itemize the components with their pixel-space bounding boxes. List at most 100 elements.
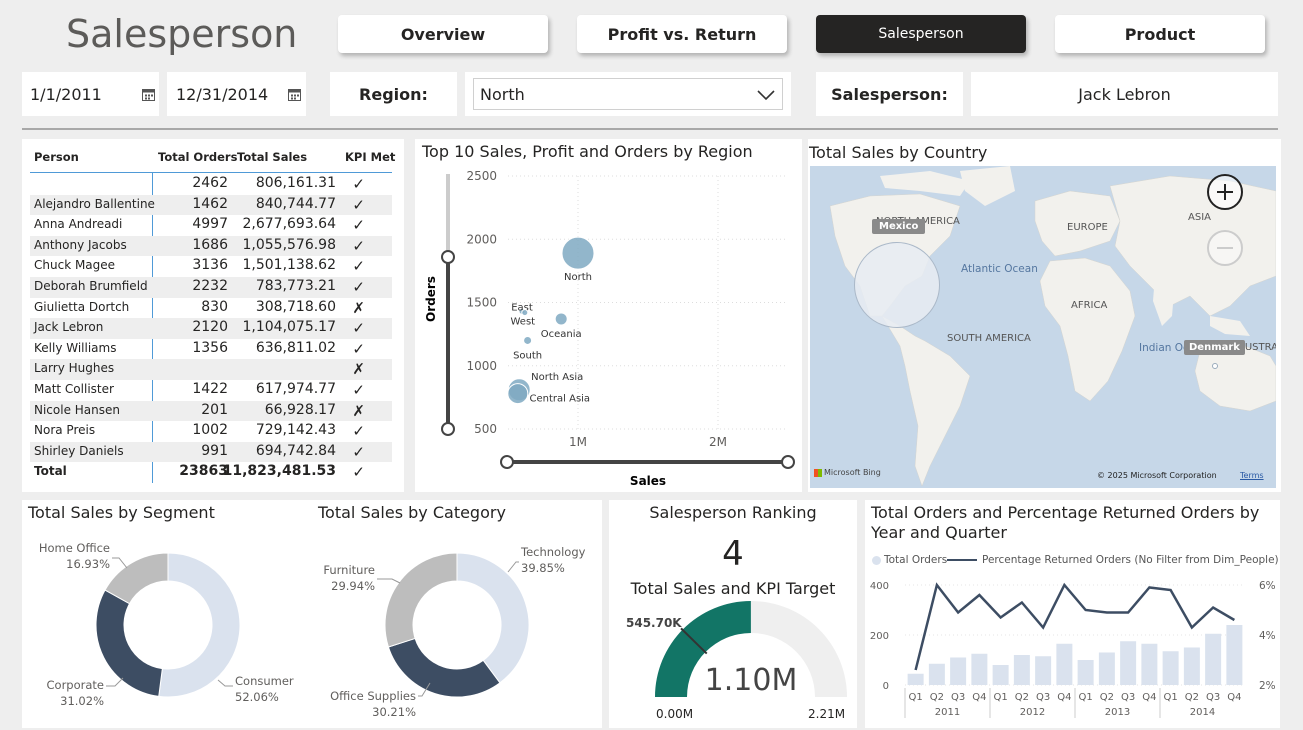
x-tick-label: Q3 <box>951 692 965 703</box>
leader-line <box>507 561 519 573</box>
region-dropdown-value: North <box>480 84 525 104</box>
ranking-panel: Salesperson Ranking 4 Total Sales and KP… <box>609 500 857 728</box>
zoom-in-button[interactable] <box>1207 174 1243 210</box>
combo-panel: Total Orders and Percentage Returned Ord… <box>865 500 1280 728</box>
bing-logo: Microsoft Bing <box>814 468 881 477</box>
table-row[interactable]: Deborah Brumfield 2232 783,773.21 ✓ <box>30 277 392 298</box>
cell-person: Giulietta Dortch <box>34 299 130 314</box>
map-bubble-mexico[interactable] <box>854 242 940 328</box>
nav-profit-return-button[interactable]: Profit vs. Return <box>577 15 787 53</box>
cell-kpi: ✓ <box>352 216 365 235</box>
zoom-out-button[interactable] <box>1207 230 1243 266</box>
leader-line <box>377 578 401 584</box>
combo-chart: 0 200 400 2% 4% 6% Q1 Q2 Q3 Q4 Q1 Q2 Q3 Q4 Q1 Q2 Q3 Q4 Q1 Q… <box>870 580 1276 718</box>
region-dropdown[interactable]: North <box>473 78 783 110</box>
cell-kpi: ✓ <box>352 422 365 441</box>
bar <box>1056 643 1073 685</box>
y-slider-handle <box>441 422 455 436</box>
cell-kpi: ✓ <box>352 175 365 193</box>
table-row[interactable]: Chuck Magee 3136 1,501,138.62 ✓ <box>30 256 392 277</box>
table-row[interactable]: Giulietta Dortch 830 308,718.60 ✗ <box>30 298 392 319</box>
cell-sales: 308,718.60 <box>255 298 336 315</box>
table-row[interactable]: Larry Hughes ✗ <box>30 359 392 380</box>
region-dropdown-box: North <box>465 72 791 116</box>
cell-person: Anthony Jacobs <box>34 237 127 252</box>
calendar-icon[interactable] <box>142 86 155 105</box>
table-row[interactable]: Nora Preis 1002 729,142.43 ✓ <box>30 421 392 442</box>
bar <box>1120 641 1137 685</box>
scatter-point <box>507 383 529 405</box>
table-row[interactable]: Shirley Daniels 991 694,742.84 ✓ <box>30 441 392 463</box>
cell-orders: 201 <box>201 401 228 418</box>
x-tick-label: Q3 <box>1036 692 1050 703</box>
cell-kpi: ✗ <box>352 360 365 379</box>
map-canvas[interactable]: NORTH AMERICA EUROPE ASIA Atlantic Ocean… <box>810 166 1276 488</box>
y-tick-label: 0 <box>883 681 889 692</box>
end-date-field[interactable]: 12/31/2014 <box>167 72 306 116</box>
bar <box>928 663 945 685</box>
map-label-atlantic: Atlantic Ocean <box>961 263 1038 275</box>
start-date-field[interactable]: 1/1/2011 <box>22 72 159 116</box>
year-label: 2012 <box>1020 707 1045 718</box>
table-row[interactable]: Anna Andreadi 4997 2,677,693.64 ✓ <box>30 215 392 236</box>
cell-sales: 840,744.77 <box>255 195 336 212</box>
end-date-value: 12/31/2014 <box>176 84 269 104</box>
map-terms-link[interactable]: Terms <box>1240 471 1264 480</box>
cell-orders: 2232 <box>192 278 228 294</box>
bar <box>1077 660 1094 685</box>
y-slider-handle <box>441 250 455 264</box>
map-label-europe: EUROPE <box>1067 222 1108 233</box>
table-row[interactable]: 2462 806,161.31 ✓ <box>30 174 392 195</box>
salesperson-value-box[interactable]: Jack Lebron <box>971 72 1278 116</box>
col-header-kpi[interactable]: KPI Met <box>345 150 395 164</box>
y-tick-label: 1500 <box>466 296 497 310</box>
table-row[interactable]: Alejandro Ballentine 1462 840,744.77 ✓ <box>30 194 392 216</box>
cell-kpi: ✓ <box>352 195 365 214</box>
chevron-down-icon[interactable] <box>756 87 776 106</box>
nav-product-button[interactable]: Product <box>1055 15 1265 53</box>
col-header-person[interactable]: Person <box>34 150 79 164</box>
nav-salesperson-button[interactable]: Salesperson <box>816 15 1026 53</box>
region-label-box: Region: <box>330 72 457 116</box>
cell-sales: 729,142.43 <box>255 422 336 439</box>
page-title: Salesperson <box>66 12 298 56</box>
x-tick-label: Q2 <box>1015 692 1029 703</box>
cell-sales: 783,773.21 <box>255 278 336 294</box>
leader-line <box>112 557 128 569</box>
col-header-orders[interactable]: Total Orders <box>158 150 237 164</box>
map-dot-australia[interactable] <box>1212 363 1218 369</box>
cell-orders: 1422 <box>192 381 228 397</box>
cell-orders: 1462 <box>192 195 228 212</box>
nav-overview-button[interactable]: Overview <box>338 15 548 53</box>
cell-person: Alejandro Ballentine <box>34 196 155 211</box>
col-header-sales[interactable]: Total Sales <box>237 150 307 164</box>
cell-sales: 2,677,693.64 <box>242 216 336 233</box>
header-divider <box>22 128 1278 130</box>
table-row[interactable]: Anthony Jacobs 1686 1,055,576.98 ✓ <box>30 235 392 257</box>
table-row[interactable]: Matt Collister 1422 617,974.77 ✓ <box>30 380 392 401</box>
cell-person: Anna Andreadi <box>34 217 123 232</box>
cell-kpi: ✓ <box>352 381 365 399</box>
cell-sales: 1,501,138.62 <box>242 257 336 274</box>
cell-orders: 1002 <box>192 422 228 439</box>
bar <box>907 673 924 685</box>
map-label-africa: AFRICA <box>1071 300 1108 311</box>
x-tick-label: Q4 <box>972 692 986 703</box>
slice-percent: 30.21% <box>372 705 416 719</box>
cell-kpi: ✓ <box>352 236 365 255</box>
gauge-target-label: 545.70K <box>626 616 682 630</box>
calendar-icon[interactable] <box>288 86 301 105</box>
x-slider-handle <box>781 455 795 469</box>
bar <box>950 657 967 685</box>
y-tick-label: 1000 <box>466 359 497 373</box>
donut-panel: Total Sales by Segment Total Sales by Ca… <box>22 500 602 728</box>
leader-line <box>217 679 233 687</box>
table-row[interactable]: Kelly Williams 1356 636,811.02 ✓ <box>30 339 392 360</box>
y-axis-label: Orders <box>424 276 438 322</box>
table-row[interactable]: Nicole Hansen 201 66,928.17 ✗ <box>30 400 392 422</box>
table-row[interactable]: Jack Lebron 2120 1,104,075.17 ✓ <box>30 318 392 339</box>
slice-percent: 16.93% <box>66 557 110 571</box>
x-tick-label: Q1 <box>1079 692 1093 703</box>
cell-person: Shirley Daniels <box>34 443 124 458</box>
cell-orders: 991 <box>201 442 228 459</box>
